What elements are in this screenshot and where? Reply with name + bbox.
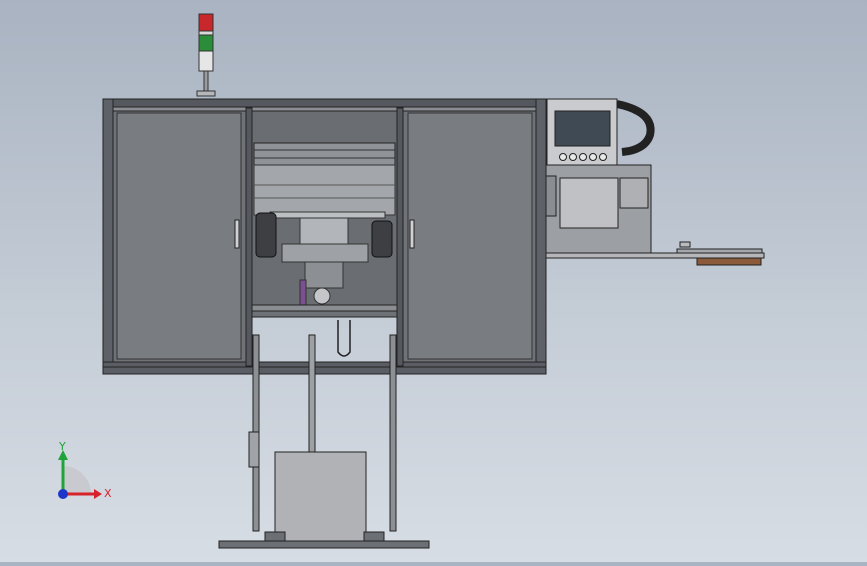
coordinate-triad: Y X [50,440,120,510]
side-module[interactable] [545,164,765,266]
inner-mechanism[interactable] [251,110,398,318]
left-door[interactable] [112,107,253,367]
right-door[interactable] [396,107,537,367]
cad-viewport[interactable]: Y X [0,0,867,562]
stack-light[interactable] [196,13,216,97]
y-axis-label: Y [59,440,66,453]
z-axis-dot [58,489,68,499]
machine-model[interactable] [0,0,867,562]
x-axis-label: X [104,487,112,500]
